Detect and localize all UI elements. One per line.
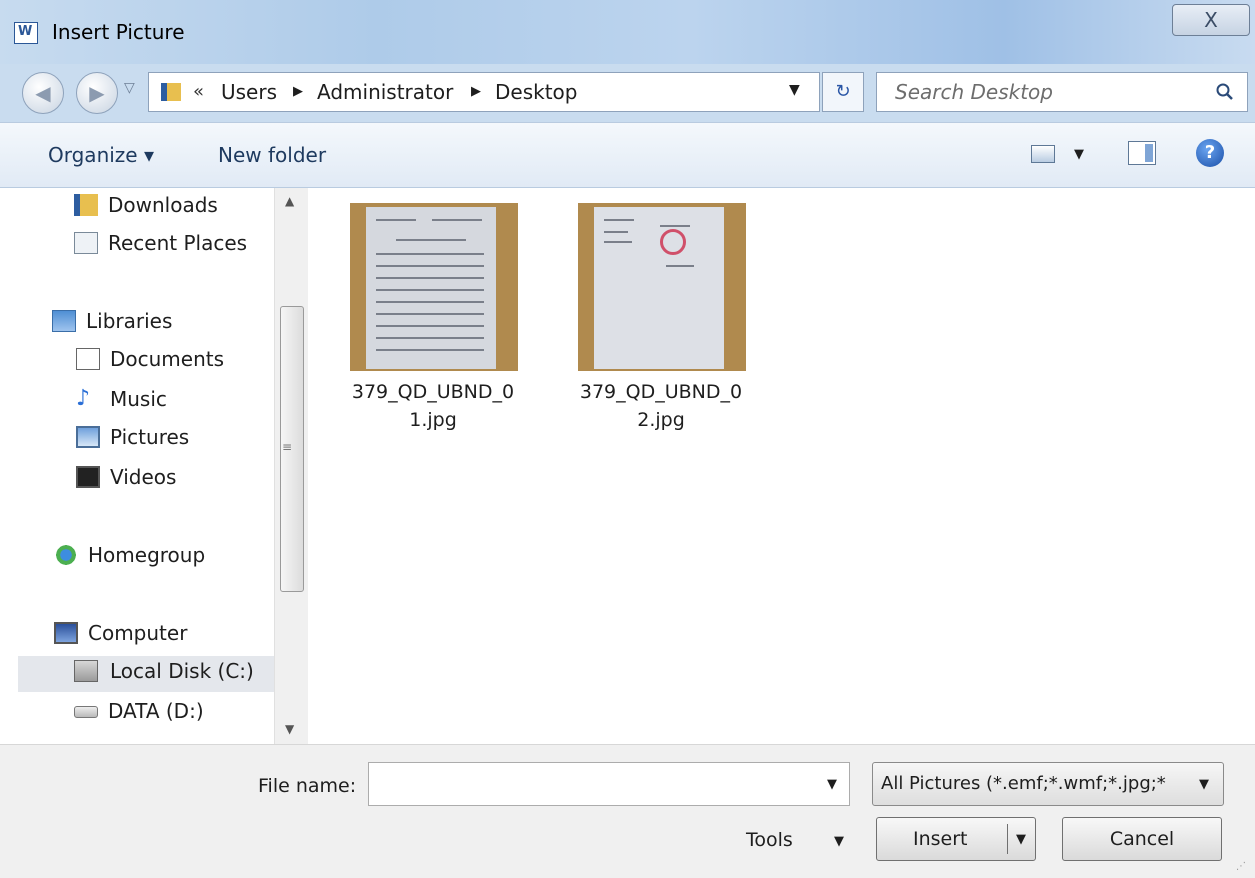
file-name-label: File name: [258, 775, 357, 797]
file-item[interactable]: 379_QD_UBND_0 2.jpg [556, 188, 746, 438]
help-icon[interactable]: ? [1196, 139, 1224, 167]
word-app-icon [14, 22, 38, 44]
sidebar-item-label: Documents [110, 347, 225, 371]
search-icon[interactable] [1215, 82, 1235, 102]
sidebar-item-label: Homegroup [88, 543, 206, 567]
file-name-history-dropdown[interactable]: ▼ [827, 777, 837, 792]
local-disk-icon [74, 660, 98, 682]
sidebar-item-label: Libraries [86, 309, 173, 333]
sidebar-item-label: Computer [88, 621, 188, 645]
breadcrumb-administrator[interactable]: Administrator [317, 80, 453, 104]
address-history-dropdown[interactable]: ▼ [789, 82, 800, 98]
organize-button[interactable]: Organize ▾ [48, 143, 154, 167]
sidebar-item-label: Music [110, 387, 167, 411]
sidebar-item-documents[interactable]: Documents [76, 344, 274, 380]
folder-icon [161, 83, 181, 101]
file-item[interactable]: 379_QD_UBND_0 1.jpg [328, 188, 518, 438]
insert-picture-dialog: Insert Picture X ◀ ▶ ▽ « Users ▶ Adminis… [0, 0, 1255, 878]
navigation-pane: Downloads Recent Places Libraries Docume… [0, 188, 308, 744]
scroll-up-icon[interactable]: ▲ [285, 194, 294, 208]
breadcrumb-overflow[interactable]: « [193, 81, 204, 102]
close-button[interactable]: X [1172, 4, 1250, 36]
file-name: 379_QD_UBND_0 2.jpg [579, 381, 743, 431]
sidebar-item-local-disk[interactable]: Local Disk (C:) [18, 656, 274, 692]
sidebar-item-label: Recent Places [108, 231, 248, 255]
back-button[interactable]: ◀ [22, 72, 64, 114]
sidebar-item-label: Local Disk (C:) [110, 659, 254, 683]
file-name: 379_QD_UBND_0 1.jpg [351, 381, 515, 431]
sidebar-item-data-drive[interactable]: DATA (D:) [74, 696, 274, 732]
insert-button-label: Insert [913, 828, 968, 850]
file-type-filter-value: All Pictures (*.emf;*.wmf;*.jpg;* [881, 773, 1166, 794]
image-thumbnail [578, 203, 746, 371]
view-options-dropdown[interactable]: ▼ [1074, 147, 1084, 162]
breadcrumb-arrow-icon[interactable]: ▶ [471, 84, 481, 99]
split-divider [1007, 824, 1008, 854]
scroll-down-icon[interactable]: ▼ [285, 722, 294, 736]
command-toolbar: Organize ▾ New folder ▼ ? [0, 122, 1255, 188]
insert-button[interactable]: Insert ▼ [876, 817, 1036, 861]
homegroup-icon [54, 544, 78, 566]
cancel-button[interactable]: Cancel [1062, 817, 1222, 861]
navigation-bar: ◀ ▶ ▽ « Users ▶ Administrator ▶ Desktop … [0, 64, 1255, 122]
libraries-icon [52, 310, 76, 332]
change-view-icon[interactable] [1031, 145, 1055, 163]
resize-grip-icon[interactable]: ⋰ [1236, 861, 1246, 872]
refresh-button[interactable]: ↻ [822, 72, 864, 112]
sidebar-item-computer[interactable]: Computer [54, 618, 274, 654]
title-bar[interactable]: Insert Picture X [0, 0, 1255, 64]
forward-button[interactable]: ▶ [76, 72, 118, 114]
sidebar-item-recent-places[interactable]: Recent Places [74, 228, 274, 264]
sidebar-item-label: Videos [110, 465, 177, 489]
file-list: 379_QD_UBND_0 1.jpg 379_QD_UBND_0 2.jpg [308, 188, 1255, 744]
sidebar-item-music[interactable]: ♪ Music [76, 384, 274, 420]
sidebar-item-label: Pictures [110, 425, 190, 449]
downloads-icon [74, 194, 98, 216]
new-folder-button[interactable]: New folder [218, 143, 326, 167]
image-thumbnail [350, 203, 518, 371]
documents-icon [76, 348, 100, 370]
breadcrumb-desktop[interactable]: Desktop [495, 80, 577, 104]
tools-dropdown-icon[interactable]: ▼ [834, 834, 844, 849]
dialog-title: Insert Picture [52, 20, 185, 44]
sidebar-item-libraries[interactable]: Libraries [52, 306, 274, 342]
sidebar-item-homegroup[interactable]: Homegroup [54, 540, 274, 576]
search-input[interactable]: Search Desktop [876, 72, 1248, 112]
computer-icon [54, 622, 78, 644]
videos-icon [76, 466, 100, 488]
scroll-grip-icon: ≡ [282, 440, 293, 454]
drive-icon [74, 706, 98, 718]
dialog-footer: File name: ▼ All Pictures (*.emf;*.wmf;*… [0, 744, 1255, 878]
search-placeholder: Search Desktop [895, 80, 1053, 104]
music-icon: ♪ [76, 386, 91, 411]
address-bar[interactable]: « Users ▶ Administrator ▶ Desktop ▼ [148, 72, 820, 112]
chevron-down-icon: ▼ [1199, 777, 1209, 792]
sidebar-item-label: Downloads [108, 193, 218, 217]
preview-pane-icon[interactable] [1128, 141, 1156, 165]
file-type-filter[interactable]: All Pictures (*.emf;*.wmf;*.jpg;* ▼ [872, 762, 1224, 806]
sidebar-item-videos[interactable]: Videos [76, 462, 274, 498]
insert-options-dropdown-icon[interactable]: ▼ [1016, 832, 1026, 847]
navigation-scrollbar[interactable]: ▲ ≡ ▼ [274, 188, 308, 744]
recent-places-icon [74, 232, 98, 254]
recent-pages-dropdown[interactable]: ▽ [124, 80, 135, 96]
breadcrumb-arrow-icon[interactable]: ▶ [293, 84, 303, 99]
sidebar-item-downloads[interactable]: Downloads [74, 190, 274, 226]
file-name-input[interactable]: ▼ [368, 762, 850, 806]
tools-button[interactable]: Tools [746, 829, 793, 851]
pictures-icon [76, 426, 100, 448]
sidebar-item-label: DATA (D:) [108, 699, 204, 723]
sidebar-item-pictures[interactable]: Pictures [76, 422, 274, 458]
breadcrumb-users[interactable]: Users [221, 80, 277, 104]
